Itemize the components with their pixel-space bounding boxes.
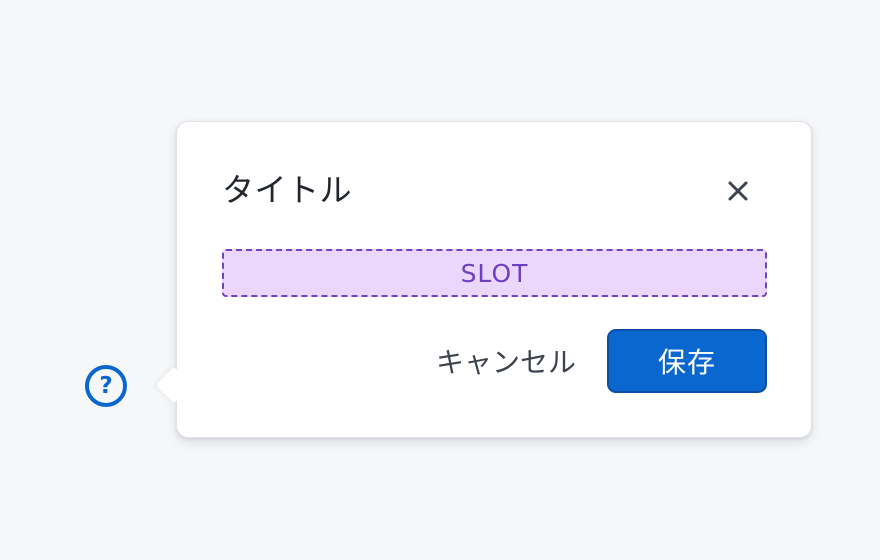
popover-caret-mask: [177, 362, 201, 408]
close-button[interactable]: [722, 175, 754, 207]
content-slot: SLOT: [222, 249, 767, 297]
page-stage: ? タイトル SLOT キャンセル 保存: [0, 0, 880, 560]
save-button[interactable]: 保存: [607, 329, 767, 393]
cancel-button[interactable]: キャンセル: [425, 329, 587, 393]
close-icon: [728, 181, 748, 201]
help-question-icon[interactable]: ?: [85, 365, 127, 407]
popover-title: タイトル: [222, 171, 353, 209]
slot-label: SLOT: [460, 258, 529, 288]
popover-dialog: タイトル SLOT キャンセル 保存: [176, 121, 812, 438]
help-glyph: ?: [99, 373, 113, 399]
